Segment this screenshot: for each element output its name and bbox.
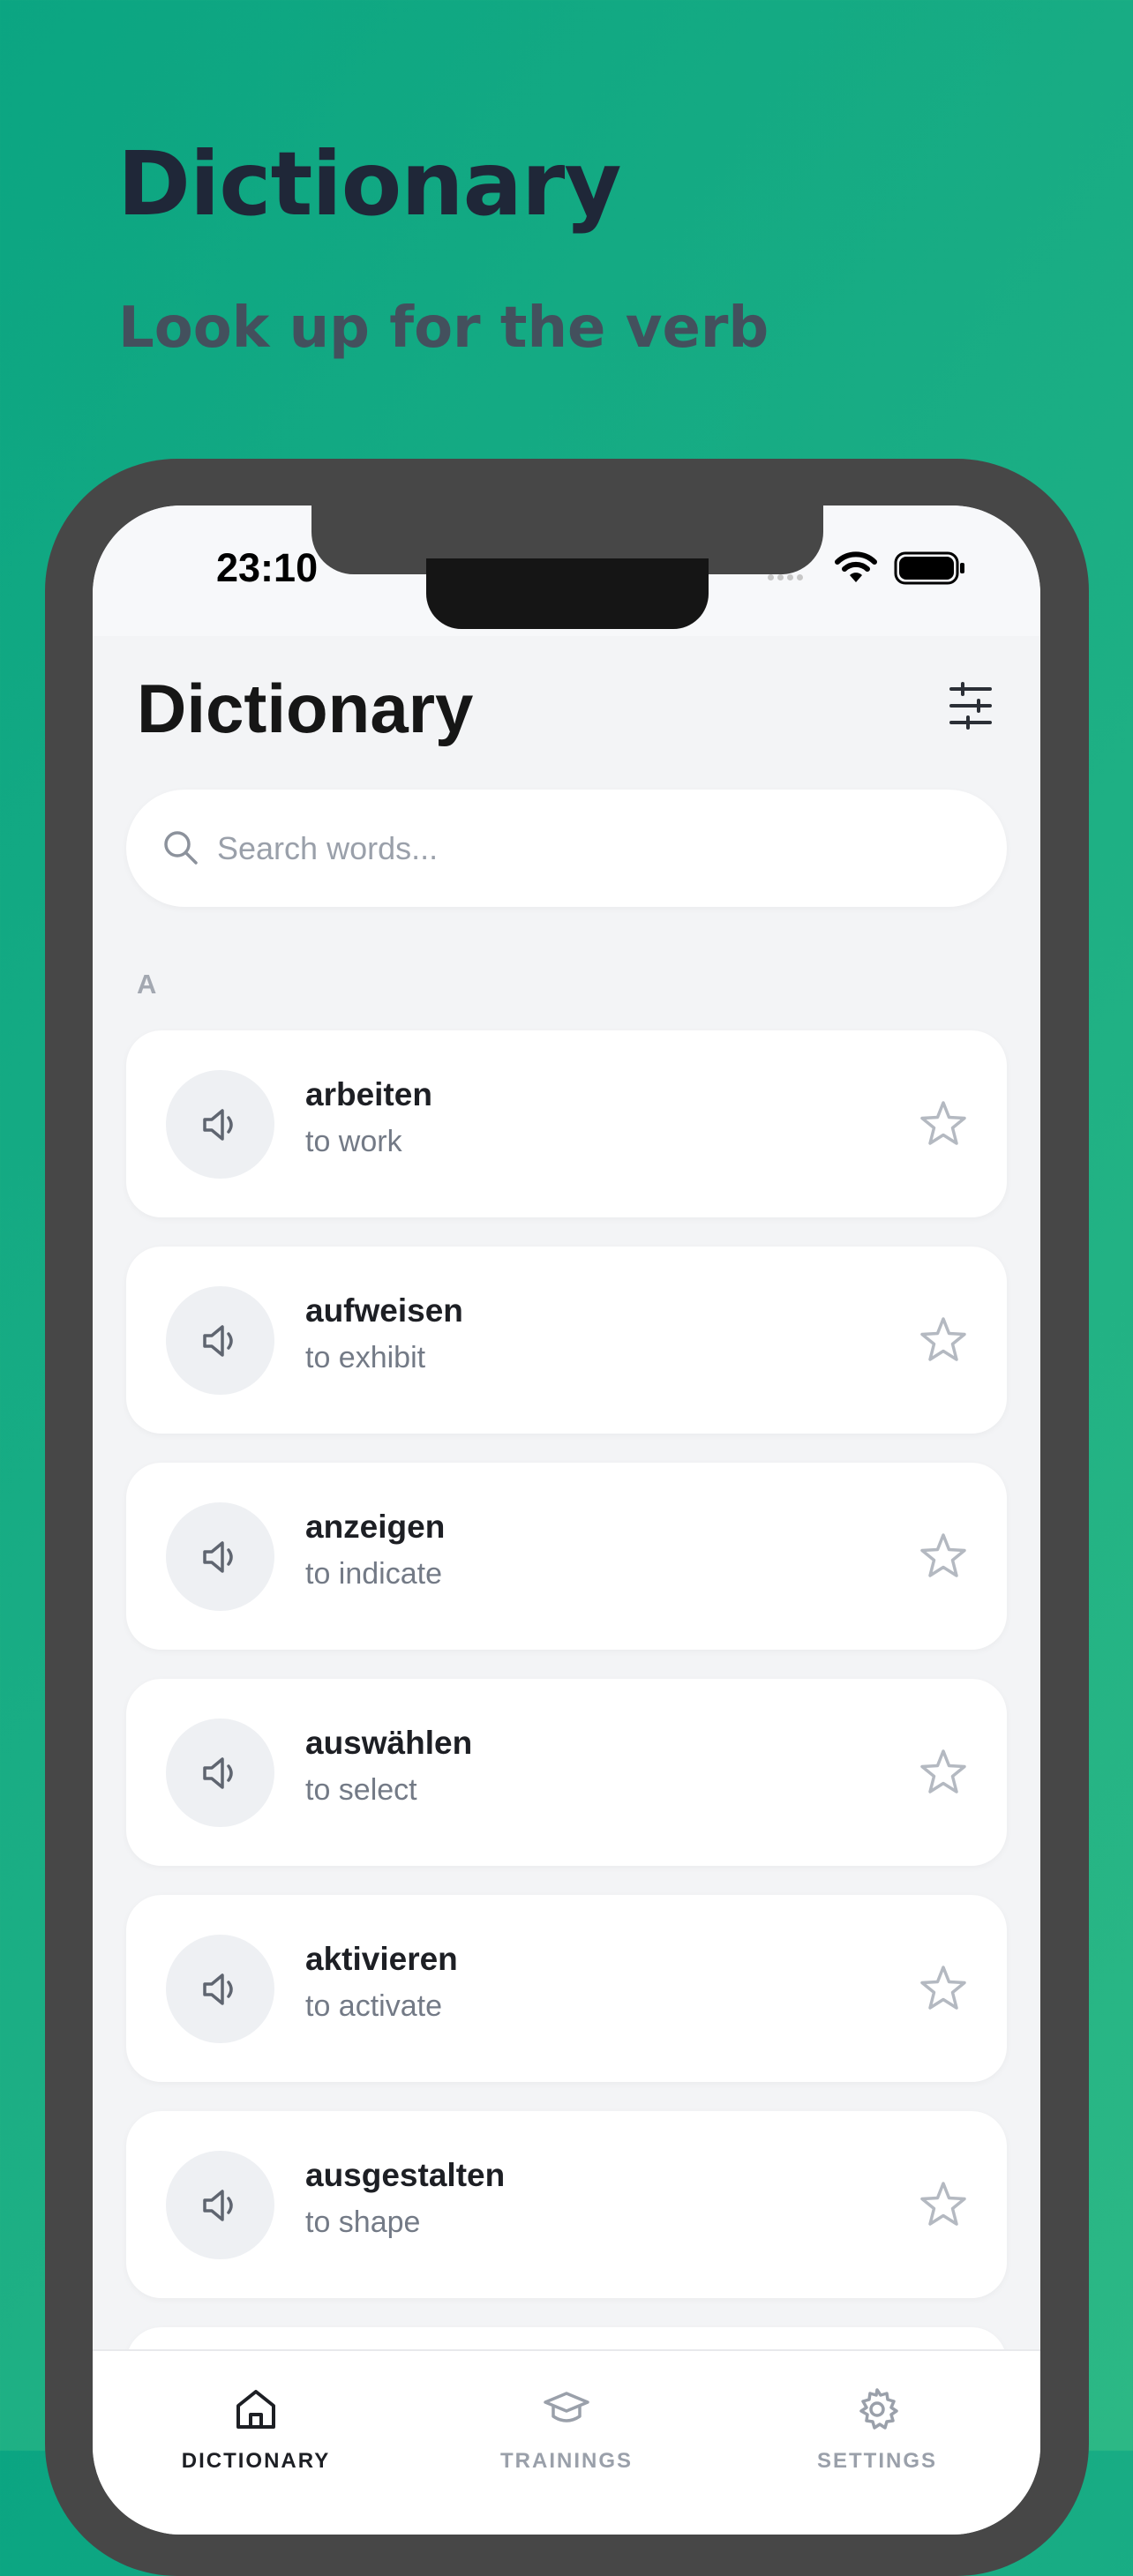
pronounce-button[interactable] (166, 1935, 274, 2043)
word-text: aufweisen (305, 1292, 463, 1329)
word-translation: to work (305, 1125, 402, 1158)
word-card[interactable]: ausgestalten to shape (126, 2111, 1007, 2298)
home-icon (236, 2390, 275, 2429)
word-text: auswählen (305, 1725, 473, 1761)
word-card[interactable]: aufweisen to exhibit (126, 1247, 1007, 1434)
promo-subtitle: Look up for the verb (118, 296, 769, 361)
filter-sliders-icon[interactable] (949, 682, 993, 730)
word-translation: to activate (305, 1989, 442, 2023)
search-icon (164, 831, 198, 865)
word-card[interactable]: anzeigen to indicate (126, 1463, 1007, 1650)
word-text: ausgestalten (305, 2157, 506, 2193)
promo-title: Dictionary (117, 132, 622, 236)
word-translation: to indicate (305, 1557, 442, 1591)
status-time: 23:10 (216, 545, 319, 590)
speaker-icon (202, 1108, 233, 1141)
word-translation: to select (305, 1773, 417, 1807)
tab-label: SETTINGS (816, 2449, 937, 2473)
page-title: Dictionary (137, 670, 474, 747)
speaker-icon (202, 1324, 233, 1357)
wifi-icon (835, 551, 877, 582)
section-letter-header: A (137, 969, 157, 1000)
battery-icon (894, 551, 964, 585)
word-text: anzeigen (305, 1509, 446, 1545)
phone-screen: 23:10 Dictionary Search words... A arbei… (93, 505, 1040, 2535)
tab-label: TRAININGS (500, 2449, 633, 2473)
speaker-icon (202, 1540, 233, 1573)
pronounce-button[interactable] (166, 1070, 274, 1179)
star-icon[interactable] (919, 1099, 968, 1149)
tab-dictionary[interactable]: DICTIONARY (124, 2386, 388, 2474)
word-translation: to exhibit (305, 1341, 426, 1374)
speaker-icon (202, 1973, 233, 2005)
star-icon[interactable] (919, 1748, 968, 1797)
graduation-cap-icon (544, 2392, 589, 2422)
pronounce-button[interactable] (166, 1286, 274, 1395)
tab-settings[interactable]: SETTINGS (745, 2386, 1009, 2474)
word-card[interactable]: arbeiten to work (126, 1030, 1007, 1217)
star-icon[interactable] (919, 1531, 968, 1581)
word-text: aktivieren (305, 1941, 458, 1977)
star-icon[interactable] (919, 1315, 968, 1365)
word-translation: to shape (305, 2205, 421, 2239)
word-card[interactable]: auswählen to select (126, 1679, 1007, 1866)
star-icon[interactable] (919, 1964, 968, 2013)
pronounce-button[interactable] (166, 1502, 274, 1611)
speaker-icon (202, 2189, 233, 2221)
word-text: arbeiten (305, 1076, 432, 1112)
search-input[interactable] (215, 816, 942, 881)
tab-trainings[interactable]: TRAININGS (434, 2386, 699, 2474)
word-card[interactable]: aktivieren to activate (126, 1895, 1007, 2082)
pronounce-button[interactable] (166, 2151, 274, 2259)
star-icon[interactable] (919, 2180, 968, 2229)
tab-bar: DICTIONARY TRAININGS SETTINGS (93, 2349, 1040, 2535)
search-bar[interactable] (126, 790, 1007, 907)
dynamic-island (426, 558, 709, 629)
pronounce-button[interactable] (166, 1719, 274, 1827)
speaker-icon (202, 1756, 233, 1789)
tab-label: DICTIONARY (181, 2449, 331, 2473)
gear-icon (859, 2388, 898, 2430)
word-list: arbeiten to work aufweisen to exhibit an… (126, 1030, 1007, 2535)
